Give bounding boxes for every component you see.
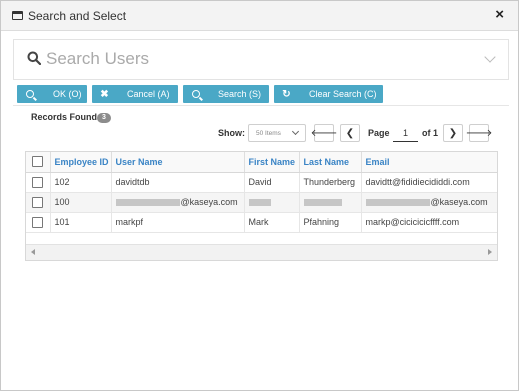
close-button[interactable]: ×	[495, 7, 504, 23]
redacted-text	[115, 199, 180, 207]
employee-id-cell: 102	[50, 172, 112, 193]
scroll-left-icon[interactable]	[31, 249, 35, 255]
show-label: Show:	[218, 128, 245, 138]
users-grid: Employee ID User Name First Name Last Na…	[25, 151, 498, 261]
scroll-right-icon[interactable]	[488, 249, 492, 255]
chevron-down-icon	[291, 127, 300, 136]
arrow-left-icon: 🡐	[310, 128, 338, 139]
email-cell: markp@cicicicicffff.com	[361, 212, 497, 233]
last-name-cell: Thunderberg	[299, 172, 362, 193]
row-checkbox[interactable]	[32, 216, 44, 228]
close-icon: ✖	[100, 88, 109, 100]
refresh-icon: ↻	[282, 88, 291, 100]
employee-id-cell: 100	[50, 192, 112, 213]
table-header-row: Employee ID User Name First Name Last Na…	[26, 152, 497, 173]
select-all-checkbox[interactable]	[32, 156, 44, 168]
user-name-cell: @kaseya.com	[111, 192, 245, 213]
search-users-panel[interactable]: Search Users	[13, 39, 509, 80]
row-select-cell[interactable]	[26, 192, 51, 213]
table-row[interactable]: 102 davidtdb David Thunderberg davidtt@f…	[26, 172, 497, 193]
table-row[interactable]: 100 @kaseya.com @kaseya.com	[26, 192, 497, 213]
ok-button-label: OK (O)	[53, 89, 82, 99]
table-row[interactable]: 101 markpf Mark Pfahning markp@cicicicic…	[26, 212, 497, 233]
search-icon	[27, 51, 41, 65]
records-found-label: Records Found:	[31, 112, 100, 122]
search-icon	[17, 85, 42, 103]
arrow-right-icon: 🡒	[465, 128, 493, 139]
user-name-domain: @kaseya.com	[180, 197, 238, 207]
first-page-button[interactable]: 🡐	[311, 124, 337, 142]
users-table: Employee ID User Name First Name Last Na…	[26, 152, 497, 233]
dialog-title: Search and Select	[28, 9, 127, 23]
user-name-cell: davidtdb	[111, 172, 245, 193]
first-name-cell: David	[244, 172, 300, 193]
employee-id-cell: 101	[50, 212, 112, 233]
clear-search-button-label: Clear Search (C)	[309, 89, 377, 99]
redacted-text	[303, 199, 342, 207]
window-icon	[12, 11, 23, 20]
cancel-button-label: Cancel (A)	[127, 89, 170, 99]
last-name-cell: Pfahning	[299, 212, 362, 233]
email-cell: @kaseya.com	[361, 192, 497, 213]
next-page-button[interactable]: ❯	[443, 124, 463, 142]
row-select-cell[interactable]	[26, 212, 51, 233]
page-count-label: of 1	[422, 128, 439, 138]
clear-search-button[interactable]: ↻ Clear Search (C)	[274, 85, 383, 103]
chevron-right-icon: ❯	[448, 127, 458, 139]
last-name-cell	[299, 192, 362, 213]
redacted-text	[248, 199, 271, 207]
page-size-select[interactable]: 50 Items	[248, 124, 306, 142]
row-checkbox[interactable]	[32, 196, 44, 208]
search-button[interactable]: Search (S)	[183, 85, 269, 103]
column-header-last-name[interactable]: Last Name	[299, 152, 362, 173]
title-bar: Search and Select ×	[1, 1, 518, 31]
search-icon	[183, 85, 208, 103]
redacted-text	[365, 199, 430, 207]
chevron-left-icon: ❮	[345, 127, 355, 139]
row-checkbox[interactable]	[32, 176, 44, 188]
last-page-button[interactable]: 🡒	[466, 124, 492, 142]
cancel-button[interactable]: ✖ Cancel (A)	[92, 85, 178, 103]
page-size-value: 50 Items	[256, 130, 281, 137]
previous-page-button[interactable]: ❮	[340, 124, 360, 142]
column-header-user-name[interactable]: User Name	[111, 152, 245, 173]
email-cell: davidtt@fididiecididdi.com	[361, 172, 497, 193]
user-name-cell: markpf	[111, 212, 245, 233]
row-select-cell[interactable]	[26, 172, 51, 193]
records-count-badge: 3	[97, 113, 111, 123]
search-button-label: Search (S)	[218, 89, 262, 99]
chevron-down-icon[interactable]	[484, 51, 496, 63]
search-select-dialog: Search and Select × Search Users OK (O) …	[0, 0, 519, 391]
page-number-input[interactable]	[393, 125, 418, 142]
column-header-employee-id[interactable]: Employee ID	[50, 152, 112, 173]
first-name-cell	[244, 192, 300, 213]
ok-button[interactable]: OK (O)	[17, 85, 87, 103]
horizontal-scrollbar[interactable]	[26, 244, 497, 260]
column-header-first-name[interactable]: First Name	[244, 152, 300, 173]
search-users-placeholder: Search Users	[46, 49, 149, 68]
first-name-cell: Mark	[244, 212, 300, 233]
select-all-header[interactable]	[26, 152, 51, 173]
email-domain: @kaseya.com	[430, 197, 488, 207]
column-header-email[interactable]: Email	[361, 152, 497, 173]
divider	[13, 105, 509, 106]
page-label: Page	[368, 128, 390, 138]
